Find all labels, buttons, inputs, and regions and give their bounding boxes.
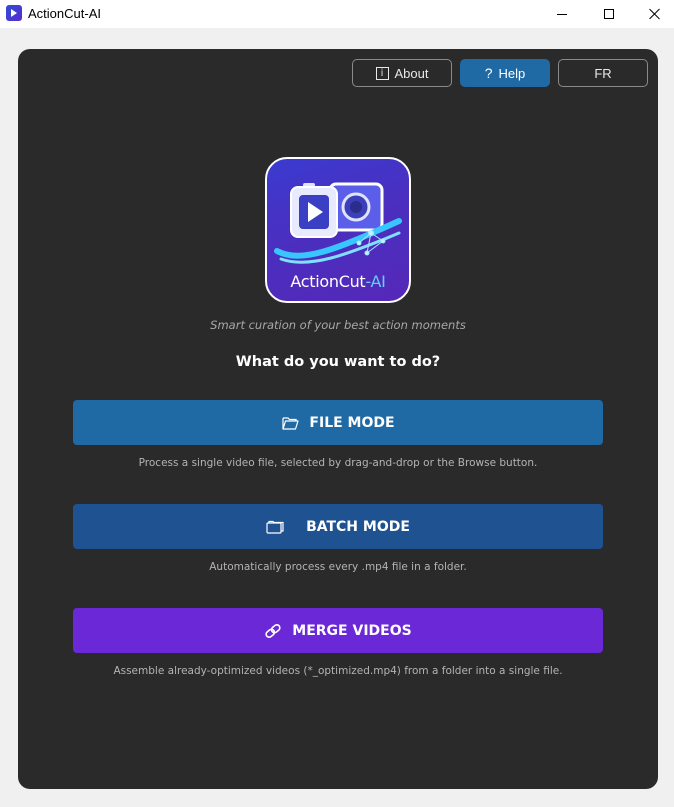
app-icon xyxy=(6,5,22,21)
logo-text-main: ActionCut xyxy=(290,272,366,291)
merge-videos-description: Assemble already-optimized videos (*_opt… xyxy=(113,665,563,677)
batch-mode-label: BATCH MODE xyxy=(306,518,410,535)
minimize-button[interactable] xyxy=(539,0,585,28)
folder-stack-icon xyxy=(266,519,284,535)
logo-text-accent: -AI xyxy=(365,272,386,291)
file-mode-button[interactable]: FILE MODE xyxy=(73,400,603,445)
close-button[interactable] xyxy=(632,0,674,28)
main-panel: i About ? Help FR ActionCut-AI Smart cur… xyxy=(18,49,658,789)
page-question: What do you want to do? xyxy=(235,354,441,370)
maximize-icon xyxy=(604,9,614,19)
help-button[interactable]: ? Help xyxy=(460,59,550,87)
language-label: FR xyxy=(594,65,612,81)
merge-videos-button[interactable]: MERGE VIDEOS xyxy=(73,608,603,653)
help-icon: ? xyxy=(484,65,493,81)
maximize-button[interactable] xyxy=(586,0,632,28)
window-title: ActionCut-AI xyxy=(28,6,101,21)
batch-mode-description: Automatically process every .mp4 file in… xyxy=(209,561,467,573)
about-label: About xyxy=(394,65,429,81)
title-bar: ActionCut-AI xyxy=(0,0,674,28)
info-icon: i xyxy=(375,66,389,80)
minimize-icon xyxy=(557,13,567,15)
help-label: Help xyxy=(498,65,526,81)
tagline: Smart curation of your best action momen… xyxy=(210,318,466,332)
file-mode-label: FILE MODE xyxy=(309,414,395,431)
merge-videos-label: MERGE VIDEOS xyxy=(292,622,412,639)
link-icon xyxy=(264,623,282,639)
close-icon xyxy=(649,8,661,20)
file-mode-description: Process a single video file, selected by… xyxy=(138,457,538,469)
logo-wordmark: ActionCut-AI xyxy=(267,272,409,291)
app-logo: ActionCut-AI xyxy=(265,157,411,303)
folder-open-icon xyxy=(281,415,299,431)
language-button[interactable]: FR xyxy=(558,59,648,87)
about-button[interactable]: i About xyxy=(352,59,452,87)
batch-mode-button[interactable]: BATCH MODE xyxy=(73,504,603,549)
